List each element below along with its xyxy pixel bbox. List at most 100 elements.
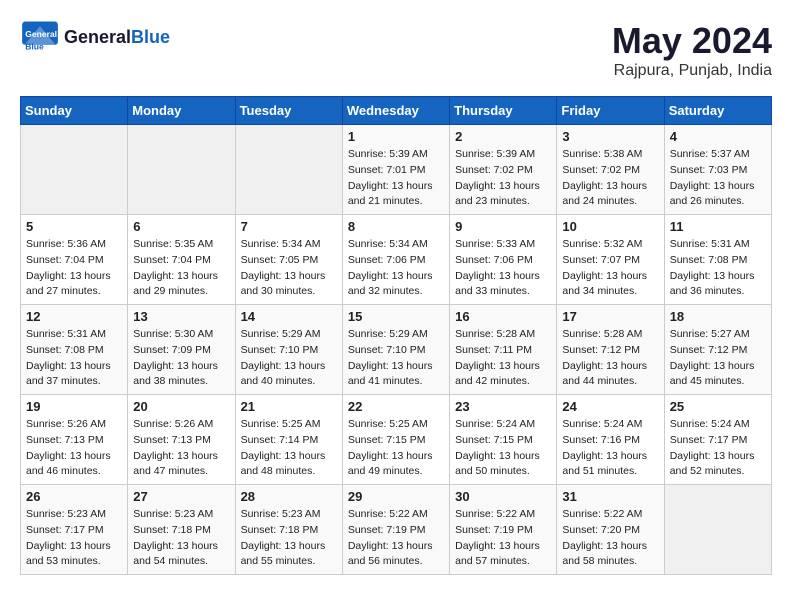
day-info: Sunrise: 5:30 AMSunset: 7:09 PMDaylight:… <box>133 327 229 390</box>
day-info: Sunrise: 5:24 AMSunset: 7:15 PMDaylight:… <box>455 417 551 480</box>
calendar-cell: 10 Sunrise: 5:32 AMSunset: 7:07 PMDaylig… <box>557 215 664 305</box>
calendar-cell: 24 Sunrise: 5:24 AMSunset: 7:16 PMDaylig… <box>557 395 664 485</box>
day-info: Sunrise: 5:24 AMSunset: 7:17 PMDaylight:… <box>670 417 766 480</box>
calendar-cell: 4 Sunrise: 5:37 AMSunset: 7:03 PMDayligh… <box>664 125 771 215</box>
day-info: Sunrise: 5:36 AMSunset: 7:04 PMDaylight:… <box>26 237 122 300</box>
calendar-cell: 14 Sunrise: 5:29 AMSunset: 7:10 PMDaylig… <box>235 305 342 395</box>
logo: General Blue GeneralBlue <box>20 20 170 55</box>
day-number: 28 <box>241 489 337 504</box>
calendar-cell: 28 Sunrise: 5:23 AMSunset: 7:18 PMDaylig… <box>235 485 342 575</box>
weekday-header: Wednesday <box>342 97 449 125</box>
day-info: Sunrise: 5:31 AMSunset: 7:08 PMDaylight:… <box>26 327 122 390</box>
calendar-cell: 12 Sunrise: 5:31 AMSunset: 7:08 PMDaylig… <box>21 305 128 395</box>
calendar-table: SundayMondayTuesdayWednesdayThursdayFrid… <box>20 96 772 575</box>
day-number: 26 <box>26 489 122 504</box>
month-year-title: May 2024 <box>612 20 772 62</box>
day-number: 14 <box>241 309 337 324</box>
calendar-cell: 31 Sunrise: 5:22 AMSunset: 7:20 PMDaylig… <box>557 485 664 575</box>
calendar-cell: 29 Sunrise: 5:22 AMSunset: 7:19 PMDaylig… <box>342 485 449 575</box>
calendar-cell: 21 Sunrise: 5:25 AMSunset: 7:14 PMDaylig… <box>235 395 342 485</box>
day-info: Sunrise: 5:23 AMSunset: 7:17 PMDaylight:… <box>26 507 122 570</box>
calendar-cell: 1 Sunrise: 5:39 AMSunset: 7:01 PMDayligh… <box>342 125 449 215</box>
day-number: 3 <box>562 129 658 144</box>
weekday-header: Thursday <box>450 97 557 125</box>
svg-text:Blue: Blue <box>25 42 44 52</box>
day-number: 2 <box>455 129 551 144</box>
day-number: 12 <box>26 309 122 324</box>
day-number: 24 <box>562 399 658 414</box>
calendar-cell: 18 Sunrise: 5:27 AMSunset: 7:12 PMDaylig… <box>664 305 771 395</box>
calendar-week-row: 12 Sunrise: 5:31 AMSunset: 7:08 PMDaylig… <box>21 305 772 395</box>
day-number: 15 <box>348 309 444 324</box>
weekday-header-row: SundayMondayTuesdayWednesdayThursdayFrid… <box>21 97 772 125</box>
weekday-header: Friday <box>557 97 664 125</box>
day-info: Sunrise: 5:27 AMSunset: 7:12 PMDaylight:… <box>670 327 766 390</box>
day-info: Sunrise: 5:22 AMSunset: 7:20 PMDaylight:… <box>562 507 658 570</box>
calendar-cell: 8 Sunrise: 5:34 AMSunset: 7:06 PMDayligh… <box>342 215 449 305</box>
day-number: 11 <box>670 219 766 234</box>
day-info: Sunrise: 5:34 AMSunset: 7:05 PMDaylight:… <box>241 237 337 300</box>
day-number: 19 <box>26 399 122 414</box>
day-number: 21 <box>241 399 337 414</box>
day-info: Sunrise: 5:25 AMSunset: 7:14 PMDaylight:… <box>241 417 337 480</box>
calendar-cell <box>21 125 128 215</box>
day-info: Sunrise: 5:23 AMSunset: 7:18 PMDaylight:… <box>241 507 337 570</box>
day-number: 29 <box>348 489 444 504</box>
location-subtitle: Rajpura, Punjab, India <box>612 62 772 80</box>
day-number: 23 <box>455 399 551 414</box>
calendar-cell: 15 Sunrise: 5:29 AMSunset: 7:10 PMDaylig… <box>342 305 449 395</box>
day-info: Sunrise: 5:22 AMSunset: 7:19 PMDaylight:… <box>348 507 444 570</box>
day-number: 25 <box>670 399 766 414</box>
day-info: Sunrise: 5:24 AMSunset: 7:16 PMDaylight:… <box>562 417 658 480</box>
day-number: 30 <box>455 489 551 504</box>
weekday-header: Saturday <box>664 97 771 125</box>
svg-text:General: General <box>25 29 57 39</box>
day-number: 27 <box>133 489 229 504</box>
day-number: 4 <box>670 129 766 144</box>
day-number: 6 <box>133 219 229 234</box>
day-info: Sunrise: 5:35 AMSunset: 7:04 PMDaylight:… <box>133 237 229 300</box>
logo-general: General <box>64 27 131 47</box>
calendar-cell: 26 Sunrise: 5:23 AMSunset: 7:17 PMDaylig… <box>21 485 128 575</box>
calendar-cell: 30 Sunrise: 5:22 AMSunset: 7:19 PMDaylig… <box>450 485 557 575</box>
day-info: Sunrise: 5:33 AMSunset: 7:06 PMDaylight:… <box>455 237 551 300</box>
day-info: Sunrise: 5:32 AMSunset: 7:07 PMDaylight:… <box>562 237 658 300</box>
calendar-cell: 25 Sunrise: 5:24 AMSunset: 7:17 PMDaylig… <box>664 395 771 485</box>
calendar-week-row: 19 Sunrise: 5:26 AMSunset: 7:13 PMDaylig… <box>21 395 772 485</box>
day-info: Sunrise: 5:28 AMSunset: 7:12 PMDaylight:… <box>562 327 658 390</box>
calendar-cell: 13 Sunrise: 5:30 AMSunset: 7:09 PMDaylig… <box>128 305 235 395</box>
calendar-week-row: 26 Sunrise: 5:23 AMSunset: 7:17 PMDaylig… <box>21 485 772 575</box>
calendar-cell <box>128 125 235 215</box>
day-number: 22 <box>348 399 444 414</box>
calendar-cell: 20 Sunrise: 5:26 AMSunset: 7:13 PMDaylig… <box>128 395 235 485</box>
day-number: 20 <box>133 399 229 414</box>
day-info: Sunrise: 5:34 AMSunset: 7:06 PMDaylight:… <box>348 237 444 300</box>
day-info: Sunrise: 5:23 AMSunset: 7:18 PMDaylight:… <box>133 507 229 570</box>
day-info: Sunrise: 5:39 AMSunset: 7:02 PMDaylight:… <box>455 147 551 210</box>
calendar-cell: 11 Sunrise: 5:31 AMSunset: 7:08 PMDaylig… <box>664 215 771 305</box>
calendar-cell: 7 Sunrise: 5:34 AMSunset: 7:05 PMDayligh… <box>235 215 342 305</box>
day-number: 9 <box>455 219 551 234</box>
day-info: Sunrise: 5:29 AMSunset: 7:10 PMDaylight:… <box>241 327 337 390</box>
day-number: 5 <box>26 219 122 234</box>
day-number: 1 <box>348 129 444 144</box>
title-block: May 2024 Rajpura, Punjab, India <box>612 20 772 80</box>
day-number: 7 <box>241 219 337 234</box>
calendar-cell <box>235 125 342 215</box>
calendar-cell: 22 Sunrise: 5:25 AMSunset: 7:15 PMDaylig… <box>342 395 449 485</box>
calendar-cell: 23 Sunrise: 5:24 AMSunset: 7:15 PMDaylig… <box>450 395 557 485</box>
calendar-cell <box>664 485 771 575</box>
day-info: Sunrise: 5:28 AMSunset: 7:11 PMDaylight:… <box>455 327 551 390</box>
calendar-cell: 19 Sunrise: 5:26 AMSunset: 7:13 PMDaylig… <box>21 395 128 485</box>
logo-blue: Blue <box>131 27 170 47</box>
day-number: 16 <box>455 309 551 324</box>
day-number: 18 <box>670 309 766 324</box>
day-info: Sunrise: 5:31 AMSunset: 7:08 PMDaylight:… <box>670 237 766 300</box>
day-number: 10 <box>562 219 658 234</box>
day-info: Sunrise: 5:26 AMSunset: 7:13 PMDaylight:… <box>133 417 229 480</box>
calendar-cell: 2 Sunrise: 5:39 AMSunset: 7:02 PMDayligh… <box>450 125 557 215</box>
calendar-week-row: 1 Sunrise: 5:39 AMSunset: 7:01 PMDayligh… <box>21 125 772 215</box>
day-number: 13 <box>133 309 229 324</box>
day-info: Sunrise: 5:26 AMSunset: 7:13 PMDaylight:… <box>26 417 122 480</box>
day-info: Sunrise: 5:38 AMSunset: 7:02 PMDaylight:… <box>562 147 658 210</box>
